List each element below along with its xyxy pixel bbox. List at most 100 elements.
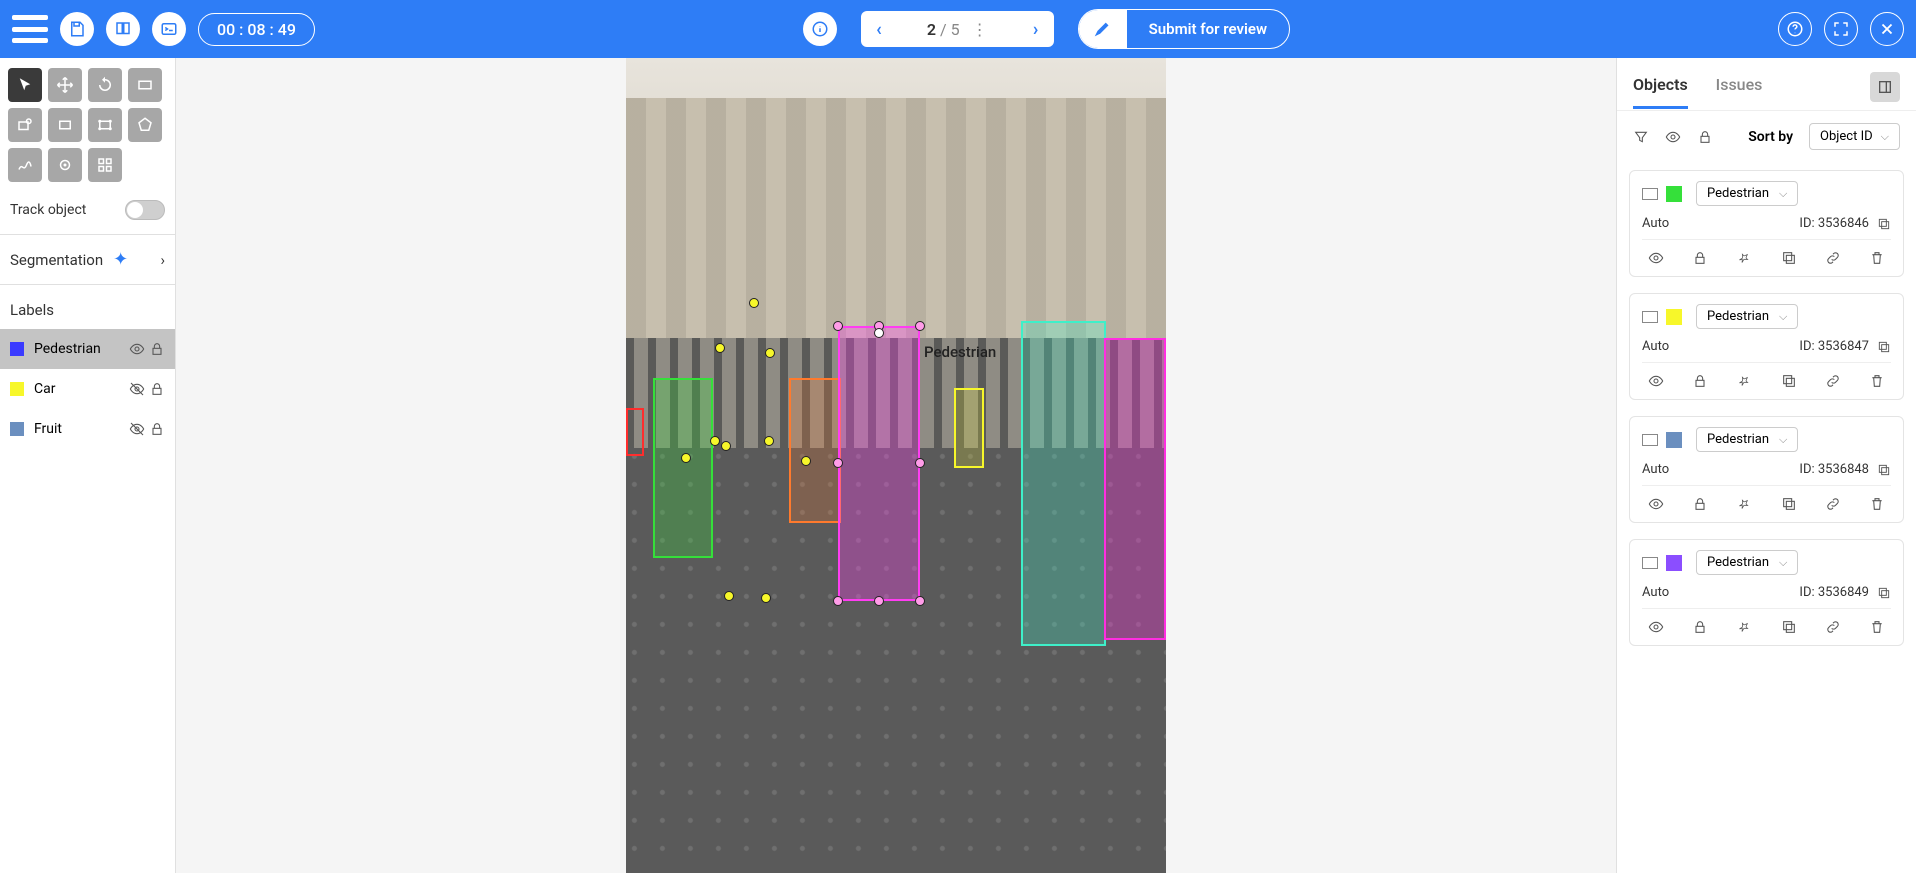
sort-select[interactable]: Object ID ⌵ [1809, 123, 1900, 150]
prev-page-button[interactable]: ‹ [861, 11, 897, 47]
fit-tool[interactable] [128, 68, 162, 102]
lock-icon[interactable] [1692, 619, 1708, 635]
eye-icon[interactable] [1648, 250, 1664, 266]
object-label-select[interactable]: Pedestrian ⌵ [1696, 550, 1798, 575]
label-item[interactable]: Fruit [0, 409, 175, 449]
copy-icon[interactable] [1781, 496, 1797, 512]
object-checkbox[interactable] [1642, 434, 1658, 446]
lock-icon[interactable] [1692, 496, 1708, 512]
eye-icon[interactable] [1665, 129, 1681, 145]
pin-icon[interactable] [1736, 250, 1752, 266]
save-icon[interactable] [60, 12, 94, 46]
cursor-tool[interactable] [8, 68, 42, 102]
pin-icon[interactable] [1736, 619, 1752, 635]
eye-off-icon[interactable] [129, 381, 145, 397]
keypoint[interactable] [715, 343, 725, 353]
bounding-box[interactable] [1021, 321, 1106, 646]
segmentation-row[interactable]: Segmentation ✦ › [0, 235, 175, 285]
grid-tool[interactable] [88, 148, 122, 182]
pin-icon[interactable] [1736, 496, 1752, 512]
link-icon[interactable] [1825, 373, 1841, 389]
copy-icon[interactable] [1877, 463, 1891, 477]
polygon-tool[interactable] [128, 108, 162, 142]
submit-review-button[interactable]: Submit for review [1078, 9, 1290, 49]
eye-icon[interactable] [1648, 373, 1664, 389]
panel-toggle-button[interactable] [1870, 72, 1900, 102]
copy-icon[interactable] [1781, 373, 1797, 389]
bbox-handle[interactable] [915, 321, 925, 331]
guide-icon[interactable] [106, 12, 140, 46]
rotate-tool[interactable] [88, 68, 122, 102]
close-icon[interactable] [1870, 12, 1904, 46]
keypoint[interactable] [721, 441, 731, 451]
trash-icon[interactable] [1869, 619, 1885, 635]
bounding-box[interactable] [838, 326, 920, 601]
annotation-canvas[interactable]: Pedestrian [176, 58, 1616, 873]
copy-icon[interactable] [1877, 340, 1891, 354]
bbox-handle[interactable] [915, 596, 925, 606]
copy-icon[interactable] [1877, 217, 1891, 231]
bounding-box[interactable] [1104, 338, 1166, 640]
trash-icon[interactable] [1869, 496, 1885, 512]
bounding-box[interactable] [653, 378, 713, 558]
bbox-handle[interactable] [833, 596, 843, 606]
copy-icon[interactable] [1877, 586, 1891, 600]
copy-icon[interactable] [1781, 619, 1797, 635]
object-label-select[interactable]: Pedestrian ⌵ [1696, 181, 1798, 206]
point-tool[interactable] [48, 148, 82, 182]
object-label-select[interactable]: Pedestrian ⌵ [1696, 427, 1798, 452]
bbox-handle[interactable] [915, 458, 925, 468]
eye-icon[interactable] [129, 341, 145, 357]
link-icon[interactable] [1825, 496, 1841, 512]
object-checkbox[interactable] [1642, 557, 1658, 569]
move-tool[interactable] [48, 68, 82, 102]
tab-issues[interactable]: Issues [1716, 75, 1763, 108]
next-page-button[interactable]: › [1018, 11, 1054, 47]
bounding-box[interactable] [626, 408, 644, 456]
label-item[interactable]: Pedestrian [0, 329, 175, 369]
object-checkbox[interactable] [1642, 311, 1658, 323]
keypoint[interactable] [764, 436, 774, 446]
keypoint[interactable] [749, 298, 759, 308]
link-icon[interactable] [1825, 619, 1841, 635]
lock-icon[interactable] [1692, 373, 1708, 389]
tab-objects[interactable]: Objects [1633, 75, 1688, 108]
terminal-icon[interactable] [152, 12, 186, 46]
page-options-button[interactable]: ⋮ [972, 20, 988, 39]
bounding-box[interactable] [954, 388, 984, 468]
keypoint[interactable] [681, 453, 691, 463]
keypoint[interactable] [765, 348, 775, 358]
help-icon[interactable] [1778, 12, 1812, 46]
polyline-tool[interactable] [8, 148, 42, 182]
lock-icon[interactable] [149, 341, 165, 357]
bbox-handle[interactable] [833, 321, 843, 331]
lock-icon[interactable] [149, 421, 165, 437]
filter-icon[interactable] [1633, 129, 1649, 145]
bbox-handle[interactable] [874, 596, 884, 606]
bounding-box[interactable] [789, 378, 841, 523]
bbox-tool[interactable] [88, 108, 122, 142]
lock-icon[interactable] [149, 381, 165, 397]
trash-icon[interactable] [1869, 250, 1885, 266]
keypoint[interactable] [761, 593, 771, 603]
zoom-region-tool[interactable] [8, 108, 42, 142]
link-icon[interactable] [1825, 250, 1841, 266]
keypoint[interactable] [801, 456, 811, 466]
trash-icon[interactable] [1869, 373, 1885, 389]
keypoint[interactable] [724, 591, 734, 601]
bbox-handle[interactable] [833, 458, 843, 468]
copy-icon[interactable] [1781, 250, 1797, 266]
object-checkbox[interactable] [1642, 188, 1658, 200]
eye-icon[interactable] [1648, 496, 1664, 512]
eye-off-icon[interactable] [129, 421, 145, 437]
lock-icon[interactable] [1692, 250, 1708, 266]
fullscreen-icon[interactable] [1824, 12, 1858, 46]
track-object-toggle[interactable] [125, 200, 165, 220]
rectangle-tool[interactable] [48, 108, 82, 142]
info-icon[interactable] [803, 12, 837, 46]
bbox-handle[interactable] [874, 328, 884, 338]
object-label-select[interactable]: Pedestrian ⌵ [1696, 304, 1798, 329]
keypoint[interactable] [710, 436, 720, 446]
eye-icon[interactable] [1648, 619, 1664, 635]
lock-icon[interactable] [1697, 129, 1713, 145]
